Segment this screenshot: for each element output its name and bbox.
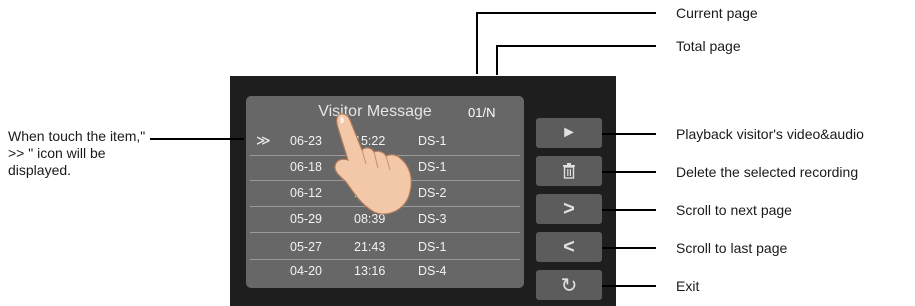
leader-line <box>496 45 656 47</box>
list-item[interactable]: 05-27 21:43 DS-1 <box>250 236 520 258</box>
callout-last: Scroll to last page <box>676 240 788 256</box>
chevron-left-icon: < <box>563 235 575 258</box>
row-time: 13:16 <box>354 264 386 278</box>
callout-total-page: Total page <box>676 38 741 54</box>
page-indicator: 01/N <box>468 105 496 120</box>
row-device: DS-1 <box>418 240 447 254</box>
callout-delete: Delete the selected recording <box>676 164 859 180</box>
touch-hand-icon <box>334 113 412 215</box>
leader-line <box>602 171 656 173</box>
play-button[interactable]: ► <box>536 118 602 148</box>
row-device: DS-4 <box>418 264 447 278</box>
exit-button[interactable]: ↻ <box>536 270 602 300</box>
row-divider <box>250 232 520 233</box>
row-date: 06-23 <box>290 134 322 148</box>
leader-line <box>496 45 498 75</box>
leader-line <box>476 12 656 14</box>
leader-line <box>150 138 244 140</box>
delete-button[interactable] <box>536 156 602 186</box>
row-device: DS-3 <box>418 212 447 226</box>
row-device: DS-1 <box>418 134 447 148</box>
selected-marker-icon: ≫ <box>256 132 271 148</box>
callout-current-page: Current page <box>676 5 758 21</box>
next-page-button[interactable]: > <box>536 194 602 224</box>
callout-exit: Exit <box>676 278 700 294</box>
trash-icon <box>563 163 575 179</box>
callout-playback: Playback visitor's video&audio <box>676 126 864 142</box>
row-device: DS-1 <box>418 160 447 174</box>
row-time: 21:43 <box>354 240 386 254</box>
callout-next: Scroll to next page <box>676 202 792 218</box>
row-date: 06-12 <box>290 186 322 200</box>
leader-line <box>602 285 656 287</box>
row-date: 05-29 <box>290 212 322 226</box>
leader-line <box>602 133 656 135</box>
chevron-right-icon: > <box>563 197 575 220</box>
row-device: DS-2 <box>418 186 447 200</box>
leader-line <box>476 12 478 74</box>
prev-page-button[interactable]: < <box>536 232 602 262</box>
play-icon: ► <box>561 124 577 141</box>
left-note: When touch the item," >> " icon will be … <box>8 128 146 178</box>
refresh-icon: ↻ <box>560 274 578 297</box>
leader-line <box>602 247 656 249</box>
row-date: 06-18 <box>290 160 322 174</box>
row-date: 05-27 <box>290 240 322 254</box>
row-date: 04-20 <box>290 264 322 278</box>
list-item[interactable]: 04-20 13:16 DS-4 <box>250 260 520 282</box>
leader-line <box>602 209 656 211</box>
